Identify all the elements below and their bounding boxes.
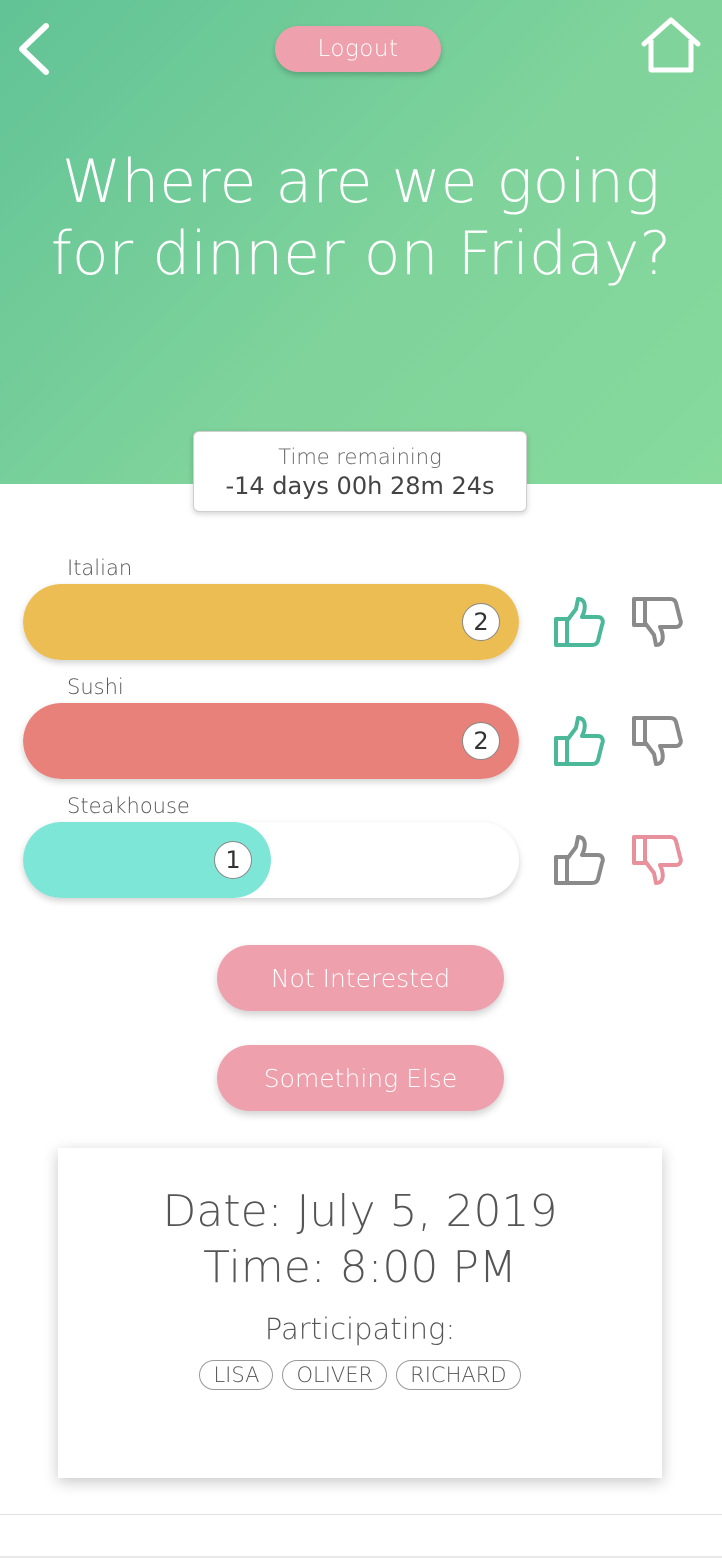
something-else-button[interactable]: Something Else [217,1045,504,1111]
thumbs-down-icon [632,716,683,766]
timer-card: Time remaining -14 days 00h 28m 24s [193,431,527,512]
vote-count-badge: 2 [462,603,500,641]
event-time: Time: 8:00 PM [203,1242,517,1293]
thumbs-up-glyph [554,835,605,885]
thumbs-down-icon [632,835,683,885]
thumbs-down-icon [632,597,683,647]
home-button[interactable] [640,16,702,74]
thumbs-up-icon [554,835,605,885]
logout-button[interactable]: Logout [275,26,441,72]
thumbs-down-button-steakhouse[interactable] [628,832,684,888]
thumbs-up-button-italian[interactable] [550,594,606,650]
thumbs-up-glyph [554,716,605,766]
vote-bar-steakhouse: 1 [23,822,519,898]
option-label-sushi: Sushi [67,675,124,699]
vote-count-badge: 2 [462,722,500,760]
vote-bar-fill [23,584,519,660]
participating-label: Participating: [264,1312,456,1346]
participant-list: LISA OLIVER RICHARD [58,1360,662,1390]
vote-count-badge: 1 [214,841,252,879]
thumbs-up-button-steakhouse[interactable] [550,832,606,888]
thumbs-up-icon [554,597,605,647]
page-title: Where are we going for dinner on Friday? [50,147,672,289]
option-label-italian: Italian [67,556,133,580]
back-button[interactable] [14,22,58,76]
home-icon [641,17,701,73]
thumbs-up-glyph [554,597,605,647]
thumbs-up-button-sushi[interactable] [550,713,606,769]
thumbs-up-icon [554,716,605,766]
header: Logout Where are we going for dinner on … [0,0,722,484]
footer-divider [0,1514,722,1515]
chevron-left-icon [19,23,49,75]
thumbs-down-glyph [632,597,683,647]
timer-value: -14 days 00h 28m 24s [225,472,495,500]
thumbs-down-glyph [632,716,683,766]
footer-divider [0,1556,722,1558]
option-label-steakhouse: Steakhouse [67,794,190,818]
vote-bar-italian: 2 [23,584,519,660]
participant-chip: OLIVER [282,1360,388,1390]
event-details-card: Date: July 5, 2019 Time: 8:00 PM Partici… [58,1148,662,1478]
thumbs-down-button-italian[interactable] [628,594,684,650]
event-date: Date: July 5, 2019 [162,1186,558,1237]
thumbs-down-button-sushi[interactable] [628,713,684,769]
thumbs-down-glyph [632,835,683,885]
timer-label: Time remaining [278,445,442,469]
participant-chip: RICHARD [396,1360,521,1390]
vote-bar-sushi: 2 [23,703,519,779]
not-interested-button[interactable]: Not Interested [217,945,504,1011]
vote-bar-fill [23,703,519,779]
participant-chip: LISA [199,1360,274,1390]
